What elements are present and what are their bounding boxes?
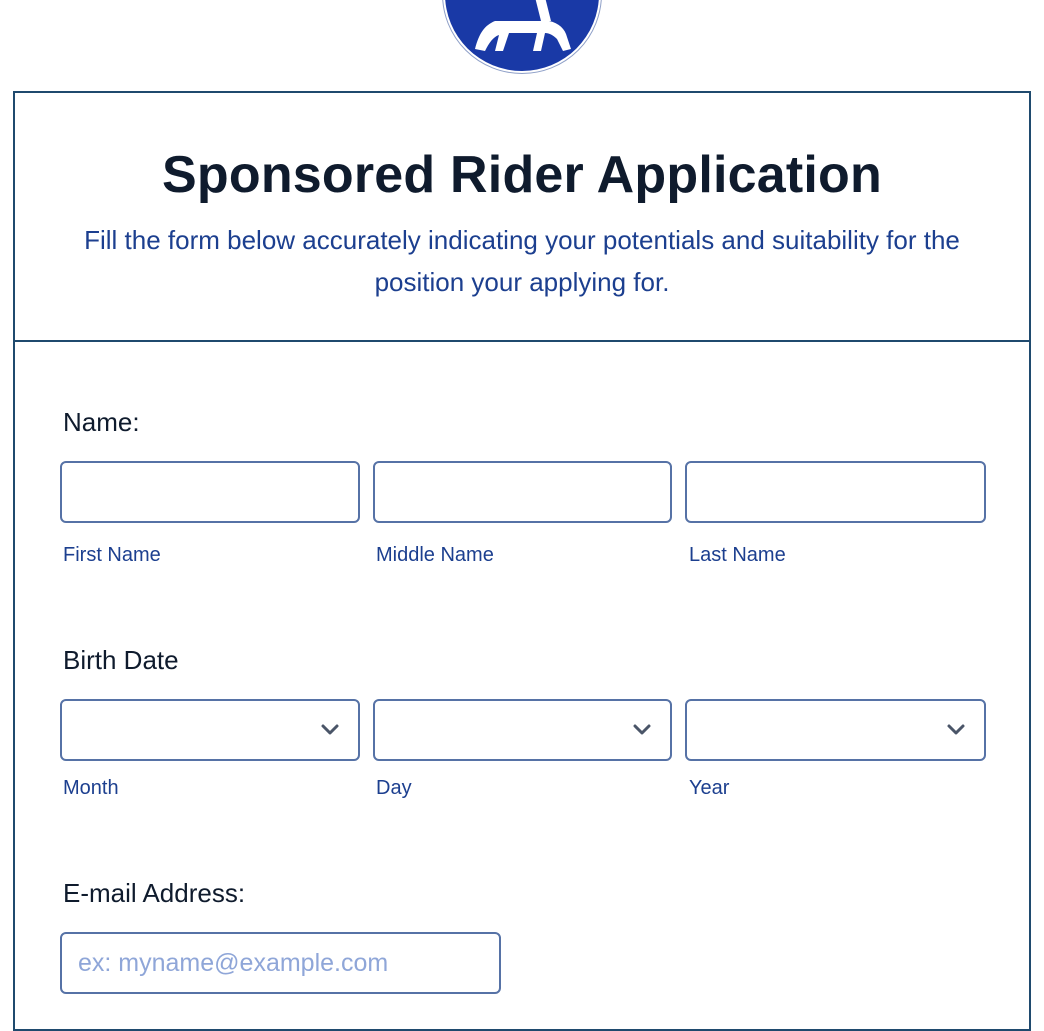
form-card: Sponsored Rider Application Fill the for…	[13, 91, 1031, 1031]
middle-name-label: Middle Name	[376, 544, 494, 566]
horse-icon	[445, 0, 599, 71]
month-select[interactable]	[60, 699, 360, 761]
form-header: Sponsored Rider Application Fill the for…	[15, 93, 1029, 342]
first-name-input[interactable]	[60, 461, 360, 523]
last-name-input[interactable]	[685, 461, 986, 523]
day-label: Day	[376, 777, 412, 799]
year-label: Year	[689, 777, 730, 799]
middle-name-input[interactable]	[373, 461, 672, 523]
year-select[interactable]	[685, 699, 986, 761]
logo	[442, 0, 602, 74]
month-label: Month	[63, 777, 119, 799]
name-label: Name:	[63, 407, 140, 437]
last-name-label: Last Name	[689, 544, 786, 566]
form-title: Sponsored Rider Application	[162, 146, 882, 204]
birth-date-label: Birth Date	[63, 645, 179, 675]
email-field[interactable]: ex: myname@example.com	[60, 932, 501, 994]
email-label: E-mail Address:	[63, 878, 246, 908]
email-placeholder: ex: myname@example.com	[78, 949, 389, 977]
form-subtitle: Fill the form below accurately indicatin…	[84, 225, 960, 297]
first-name-label: First Name	[63, 544, 161, 566]
chevron-down-icon	[321, 724, 339, 735]
chevron-down-icon	[633, 724, 651, 735]
chevron-down-icon	[947, 724, 965, 735]
day-select[interactable]	[373, 699, 672, 761]
